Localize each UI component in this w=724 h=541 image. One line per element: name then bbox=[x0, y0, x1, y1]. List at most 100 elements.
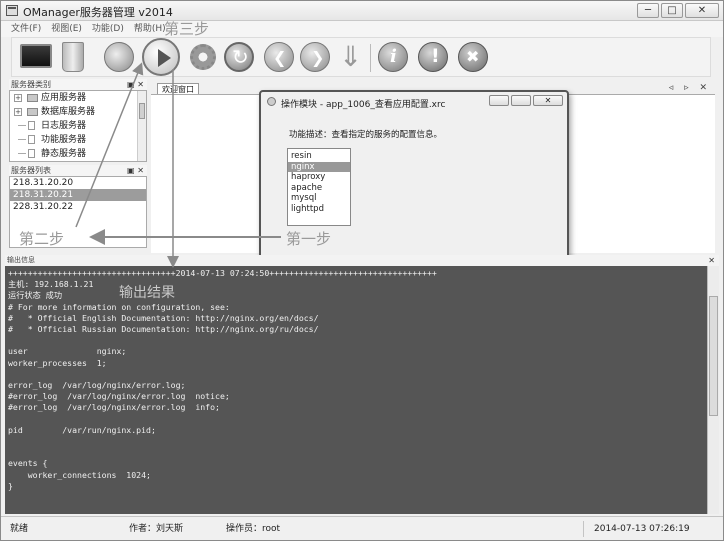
output-panel-header: 输出信息 ✕ bbox=[5, 255, 719, 266]
dialog-title-bar[interactable]: 操作模块 - app_1006_查看应用配置.xrc ✕ bbox=[261, 92, 567, 112]
server-list-header: 服务器列表 ▣ ✕ bbox=[9, 165, 147, 176]
status-author: 作者：刘天斯 bbox=[129, 524, 184, 534]
console-line: worker_processes 1; bbox=[8, 357, 107, 368]
category-panel-controls[interactable]: ▣ ✕ bbox=[127, 79, 144, 90]
service-item[interactable]: apache bbox=[288, 183, 350, 194]
status-ready: 就绪 bbox=[10, 524, 29, 534]
tab-controls[interactable]: ◃ ▹ ✕ bbox=[669, 83, 711, 93]
monitor-icon[interactable] bbox=[20, 44, 52, 68]
annotation-step-1: 第一步 bbox=[286, 230, 332, 248]
menu-help[interactable]: 帮助(H) bbox=[134, 21, 166, 37]
wrench-icon[interactable] bbox=[104, 42, 134, 72]
stop-icon[interactable] bbox=[458, 42, 488, 72]
tree-item-log-servers[interactable]: 日志服务器 bbox=[10, 119, 146, 133]
category-panel-title: 服务器类别 bbox=[11, 80, 51, 89]
service-item[interactable]: haproxy bbox=[288, 172, 350, 183]
trash-icon[interactable] bbox=[62, 42, 84, 72]
tree-item-label: 功能服务器 bbox=[41, 135, 87, 145]
folder-icon bbox=[27, 108, 38, 116]
tree-item-label: 数据库服务器 bbox=[41, 107, 96, 117]
console-line: 运行状态 成功 bbox=[8, 290, 63, 301]
info-icon[interactable] bbox=[378, 42, 408, 72]
scrollbar-thumb[interactable] bbox=[709, 296, 718, 416]
window-controls: ─ □ ✕ bbox=[637, 3, 719, 18]
document-icon bbox=[28, 135, 35, 144]
document-icon bbox=[28, 149, 35, 158]
dialog-close-button[interactable]: ✕ bbox=[533, 95, 563, 106]
tree-item-function-servers[interactable]: 功能服务器 bbox=[10, 133, 146, 147]
status-time: 2014-07-13 07:26:19 bbox=[594, 524, 690, 534]
service-list: resin nginx haproxy apache mysql lighttp… bbox=[287, 148, 351, 226]
category-tree: + 应用服务器 + 数据库服务器 日志服务器 功能服务器 静态服务器 bbox=[9, 90, 147, 162]
dialog-controls: ✕ bbox=[489, 95, 563, 106]
menu-view[interactable]: 视图(E) bbox=[51, 21, 82, 37]
dialog-minimize-button[interactable] bbox=[489, 95, 509, 106]
folder-icon bbox=[27, 94, 38, 102]
output-panel-title: 输出信息 bbox=[7, 256, 35, 264]
console-line: #error_log /var/log/nginx/error.log info… bbox=[8, 402, 220, 413]
scrollbar-thumb[interactable] bbox=[139, 103, 145, 119]
output-console[interactable]: ++++++++++++++++++++++++++++++++++2014-0… bbox=[5, 266, 707, 514]
service-item[interactable]: mysql bbox=[288, 193, 350, 204]
dialog-maximize-button[interactable] bbox=[511, 95, 531, 106]
console-line: } bbox=[8, 480, 13, 491]
tree-item-db-servers[interactable]: + 数据库服务器 bbox=[10, 105, 146, 119]
console-line: # * Official Russian Documentation: http… bbox=[8, 324, 319, 335]
tree-item-static-servers[interactable]: 静态服务器 bbox=[10, 147, 146, 161]
console-line: 主机: 192.168.1.21 bbox=[8, 279, 94, 290]
play-icon[interactable] bbox=[142, 38, 180, 76]
annotation-step-3: 第三步 bbox=[164, 20, 210, 38]
tree-line bbox=[18, 125, 26, 126]
download-icon[interactable] bbox=[338, 40, 362, 73]
console-line: pid /var/run/nginx.pid; bbox=[8, 424, 156, 435]
console-line: # * Official English Documentation: http… bbox=[8, 312, 319, 323]
console-line: user nginx; bbox=[8, 346, 127, 357]
console-line: # For more information on configuration,… bbox=[8, 301, 230, 312]
annotation-output-result: 输出结果 bbox=[119, 285, 175, 301]
app-window: OManager服务器管理 v2014 ─ □ ✕ 文件(F) 视图(E) 功能… bbox=[0, 0, 724, 541]
gear-icon[interactable] bbox=[190, 44, 216, 70]
server-item[interactable]: 218.31.20.20 bbox=[10, 177, 146, 189]
menu-file[interactable]: 文件(F) bbox=[11, 21, 41, 37]
service-item-selected[interactable]: nginx bbox=[288, 161, 350, 172]
menu-function[interactable]: 功能(D) bbox=[92, 21, 124, 37]
server-item-selected[interactable]: 218.31.20.21 bbox=[10, 189, 146, 201]
close-button[interactable]: ✕ bbox=[685, 3, 719, 18]
tree-expander[interactable]: + bbox=[14, 94, 22, 102]
server-list-controls[interactable]: ▣ ✕ bbox=[127, 165, 144, 176]
console-scrollbar[interactable] bbox=[707, 266, 719, 514]
console-line: ++++++++++++++++++++++++++++++++++2014-0… bbox=[8, 268, 437, 278]
service-item[interactable]: resin bbox=[288, 151, 350, 162]
console-line: #error_log /var/log/nginx/error.log noti… bbox=[8, 391, 230, 402]
maximize-button[interactable]: □ bbox=[661, 3, 683, 18]
annotation-step-2: 第二步 bbox=[19, 230, 65, 248]
toolbar-separator bbox=[370, 44, 371, 72]
tree-item-label: 静态服务器 bbox=[41, 149, 87, 159]
document-icon bbox=[28, 121, 35, 130]
server-item[interactable]: 228.31.20.22 bbox=[10, 201, 146, 213]
status-operator: 操作员：root bbox=[226, 524, 281, 534]
refresh-icon[interactable] bbox=[224, 42, 254, 72]
service-item[interactable]: lighttpd bbox=[288, 204, 350, 215]
window-title: OManager服务器管理 v2014 bbox=[23, 6, 173, 19]
status-separator bbox=[583, 521, 584, 537]
dialog-description: 功能描述：查看指定的服务的配置信息。 bbox=[289, 130, 443, 140]
minimize-button[interactable]: ─ bbox=[637, 3, 659, 18]
title-bar[interactable]: OManager服务器管理 v2014 ─ □ ✕ bbox=[1, 1, 723, 21]
console-line: error_log /var/log/nginx/error.log; bbox=[8, 380, 186, 391]
menu-bar: 文件(F) 视图(E) 功能(D) 帮助(H) bbox=[1, 21, 723, 37]
tree-scrollbar[interactable] bbox=[137, 91, 146, 161]
category-panel-header: 服务器类别 ▣ ✕ bbox=[9, 79, 147, 90]
back-icon[interactable] bbox=[264, 42, 294, 72]
warning-icon[interactable] bbox=[418, 42, 448, 72]
forward-icon[interactable] bbox=[300, 42, 330, 72]
tree-expander[interactable]: + bbox=[14, 108, 22, 116]
dialog-title: 操作模块 - app_1006_查看应用配置.xrc bbox=[281, 100, 446, 110]
output-panel-close[interactable]: ✕ bbox=[708, 255, 715, 266]
tree-item-app-servers[interactable]: + 应用服务器 bbox=[10, 91, 146, 105]
